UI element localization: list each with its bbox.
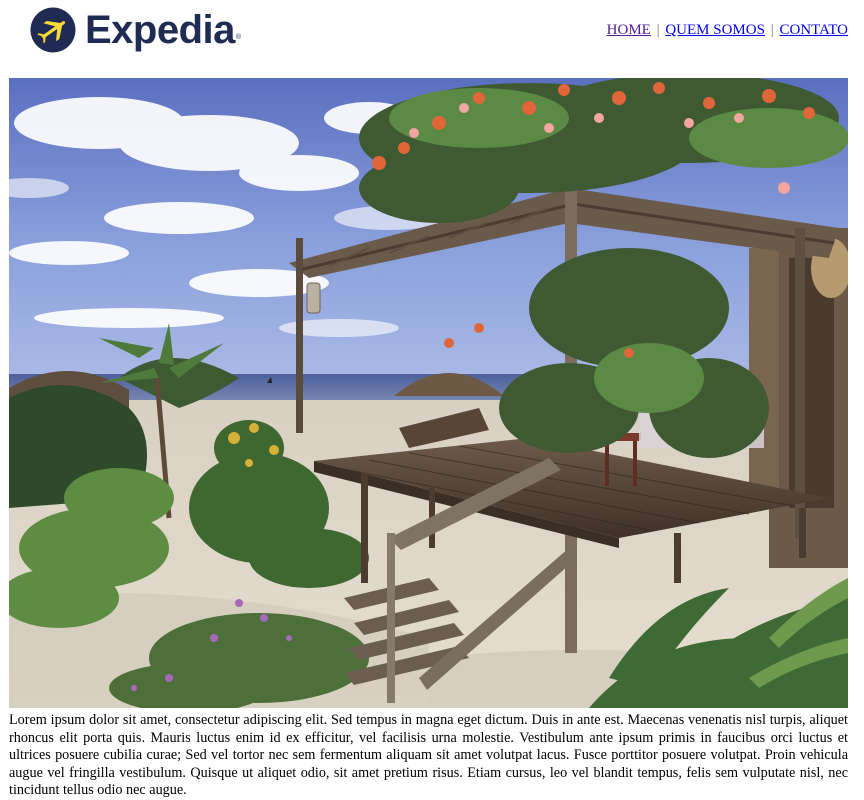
- nav-link-contato[interactable]: CONTATO: [779, 22, 848, 38]
- logo-wordmark: Expedia: [85, 8, 235, 52]
- airplane-logo-icon: [30, 7, 76, 53]
- logo-trademark: ®: [235, 34, 242, 41]
- intro-paragraph: Lorem ipsum dolor sit amet, consectetur …: [9, 712, 848, 798]
- nav-link-home[interactable]: HOME: [607, 22, 651, 38]
- nav-separator: |: [656, 22, 660, 38]
- nav-link-quem-somos[interactable]: QUEM SOMOS: [665, 22, 765, 38]
- site-header: Expedia ® HOME | QUEM SOMOS | CONTATO: [0, 0, 864, 78]
- hero-image: [9, 78, 848, 708]
- expedia-logo-link[interactable]: Expedia ®: [30, 6, 241, 54]
- nav-separator: |: [770, 22, 774, 38]
- main-nav: HOME | QUEM SOMOS | CONTATO: [607, 21, 848, 39]
